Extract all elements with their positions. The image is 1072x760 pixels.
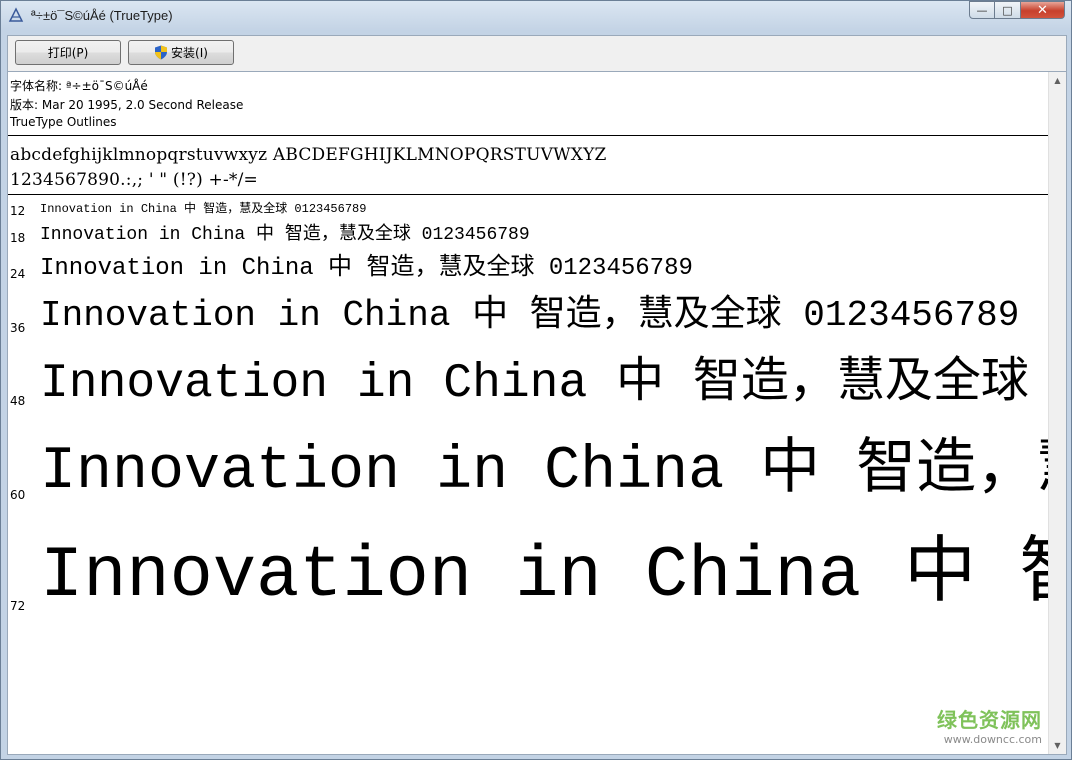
font-viewer-icon xyxy=(8,7,24,22)
size-label: 48 xyxy=(10,394,26,408)
font-preview-pane[interactable]: 字体名称: ª÷±ö¯S©úÅé 版本: Mar 20 1995, 2.0 Se… xyxy=(7,71,1067,755)
size-label: 18 xyxy=(10,231,26,245)
sample-text: Innovation in China 中 智造，慧及全球 0123456789 xyxy=(40,255,693,282)
separator xyxy=(8,135,1048,136)
size-label: 12 xyxy=(10,204,26,218)
close-icon: ✕ xyxy=(1037,2,1048,18)
caption-buttons: — □ ✕ xyxy=(969,1,1065,21)
print-button[interactable]: 打印(P) xyxy=(15,40,121,65)
install-button[interactable]: 安装(I) xyxy=(128,40,234,65)
maximize-button[interactable]: □ xyxy=(995,1,1021,19)
title-bar[interactable]: ª÷±ö¯S©úÅé (TrueType) — □ ✕ xyxy=(1,1,1071,31)
charset-letters: abcdefghijklmnopqrstuvwxyz ABCDEFGHIJKLM… xyxy=(10,145,607,165)
sample-text: Innovation in China 中 智造，慧及全球 0123456789 xyxy=(40,295,1020,336)
close-button[interactable]: ✕ xyxy=(1021,1,1065,19)
sample-text: Innovation in China 中 智造，慧及全球 0123456789 xyxy=(40,535,1048,617)
toolbar: 打印(P) 安装(I) xyxy=(7,35,1067,71)
sample-text: Innovation in China 中 智造，慧及全球 0123456789 xyxy=(40,438,1048,506)
vertical-scrollbar[interactable]: ▲ ▼ xyxy=(1048,72,1066,754)
uac-shield-icon xyxy=(155,45,168,60)
font-type-line: TrueType Outlines xyxy=(10,115,117,129)
scroll-up-button[interactable]: ▲ xyxy=(1049,72,1066,89)
separator xyxy=(8,194,1048,195)
watermark-url: www.downcc.com xyxy=(943,733,1042,746)
minimize-icon: — xyxy=(976,3,988,17)
print-button-label: 打印(P) xyxy=(47,46,89,60)
watermark-logo: 绿色资源网 xyxy=(937,708,1042,732)
scroll-up-arrow-icon: ▲ xyxy=(1054,76,1061,85)
sample-text: Innovation in China 中 智造，慧及全球 0123456789 xyxy=(40,202,367,216)
charset-digits-symbols: 1234567890.:,; ' " (!?) +-*/= xyxy=(10,170,259,190)
size-label: 36 xyxy=(10,321,26,335)
size-label: 60 xyxy=(10,488,26,502)
minimize-button[interactable]: — xyxy=(969,1,995,19)
scroll-down-button[interactable]: ▼ xyxy=(1049,737,1066,754)
sample-text: Innovation in China 中 智造，慧及全球 0123456789 xyxy=(40,357,1048,411)
scroll-down-arrow-icon: ▼ xyxy=(1054,741,1061,750)
size-label: 24 xyxy=(10,267,26,281)
font-viewer-window: ª÷±ö¯S©úÅé (TrueType) — □ ✕ 打印(P) 安装(I) xyxy=(0,0,1072,760)
install-button-label: 安装(I) xyxy=(171,46,208,60)
size-label: 72 xyxy=(10,599,26,613)
font-preview-content: 字体名称: ª÷±ö¯S©úÅé 版本: Mar 20 1995, 2.0 Se… xyxy=(8,72,1048,754)
window-title: ª÷±ö¯S©úÅé (TrueType) xyxy=(31,8,173,23)
font-name-line: 字体名称: ª÷±ö¯S©úÅé xyxy=(10,79,148,93)
maximize-icon: □ xyxy=(1002,3,1013,17)
font-version-line: 版本: Mar 20 1995, 2.0 Second Release xyxy=(10,98,244,112)
sample-text: Innovation in China 中 智造，慧及全球 0123456789 xyxy=(40,225,530,245)
site-watermark: 绿色资源网 www.downcc.com xyxy=(937,704,1042,746)
